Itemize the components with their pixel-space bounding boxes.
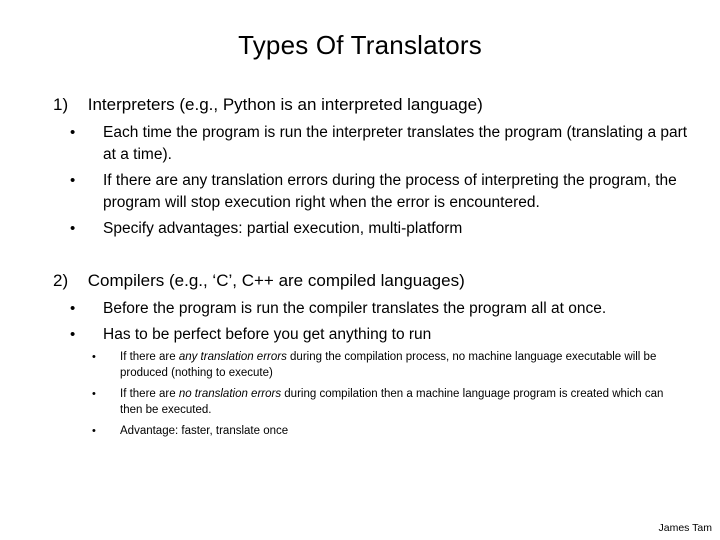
bullet-icon: • (92, 425, 96, 437)
bullet-text: Has to be perfect before you get anythin… (103, 326, 432, 343)
author-footer: James Tam (658, 522, 713, 534)
bullet-icon: • (70, 124, 76, 141)
section-number: 1) (53, 95, 69, 114)
sub-bullet-emphasis: any translation errors (178, 351, 287, 363)
list-item: • If there are any translation errors du… (70, 170, 703, 214)
bullet-icon: • (70, 220, 76, 237)
section-interpreters: 1) Interpreters (e.g., Python is an inte… (53, 95, 483, 115)
interpreter-bullet-list: • Each time the program is run the inter… (70, 122, 703, 244)
bullet-icon: • (70, 300, 76, 317)
sub-list-item: • If there are any translation errors du… (92, 349, 680, 381)
list-item: • Specify advantages: partial execution,… (70, 218, 703, 240)
bullet-text: If there are any translation errors duri… (103, 172, 677, 211)
section-number: 2) (53, 271, 69, 290)
bullet-icon: • (92, 351, 96, 363)
sub-bullet-text-pre: Advantage: faster, translate once (120, 425, 289, 437)
sub-list-item: • Advantage: faster, translate once (92, 423, 680, 439)
sub-list-item: • If there are no translation errors dur… (92, 386, 680, 418)
bullet-icon: • (70, 172, 76, 189)
list-item: • Each time the program is run the inter… (70, 122, 703, 166)
sub-bullet-text-pre: If there are (120, 388, 179, 400)
compiler-bullet-list: • Before the program is run the compiler… (70, 298, 703, 350)
compiler-sub-bullet-list: • If there are any translation errors du… (92, 349, 680, 444)
sub-bullet-text-pre: If there are (120, 351, 179, 363)
bullet-text: Specify advantages: partial execution, m… (103, 220, 463, 237)
section-heading: Interpreters (e.g., Python is an interpr… (87, 95, 483, 114)
section-heading: Compilers (e.g., ‘C’, C++ are compiled l… (87, 271, 465, 290)
bullet-icon: • (92, 388, 96, 400)
list-item: • Before the program is run the compiler… (70, 298, 703, 320)
sub-bullet-emphasis: no translation errors (178, 388, 282, 400)
bullet-text: Each time the program is run the interpr… (103, 124, 688, 163)
slide-title: Types Of Translators (238, 30, 482, 60)
section-compilers: 2) Compilers (e.g., ‘C’, C++ are compile… (53, 271, 465, 291)
bullet-icon: • (70, 326, 76, 343)
bullet-text: Before the program is run the compiler t… (103, 300, 607, 317)
list-item: • Has to be perfect before you get anyth… (70, 324, 703, 346)
